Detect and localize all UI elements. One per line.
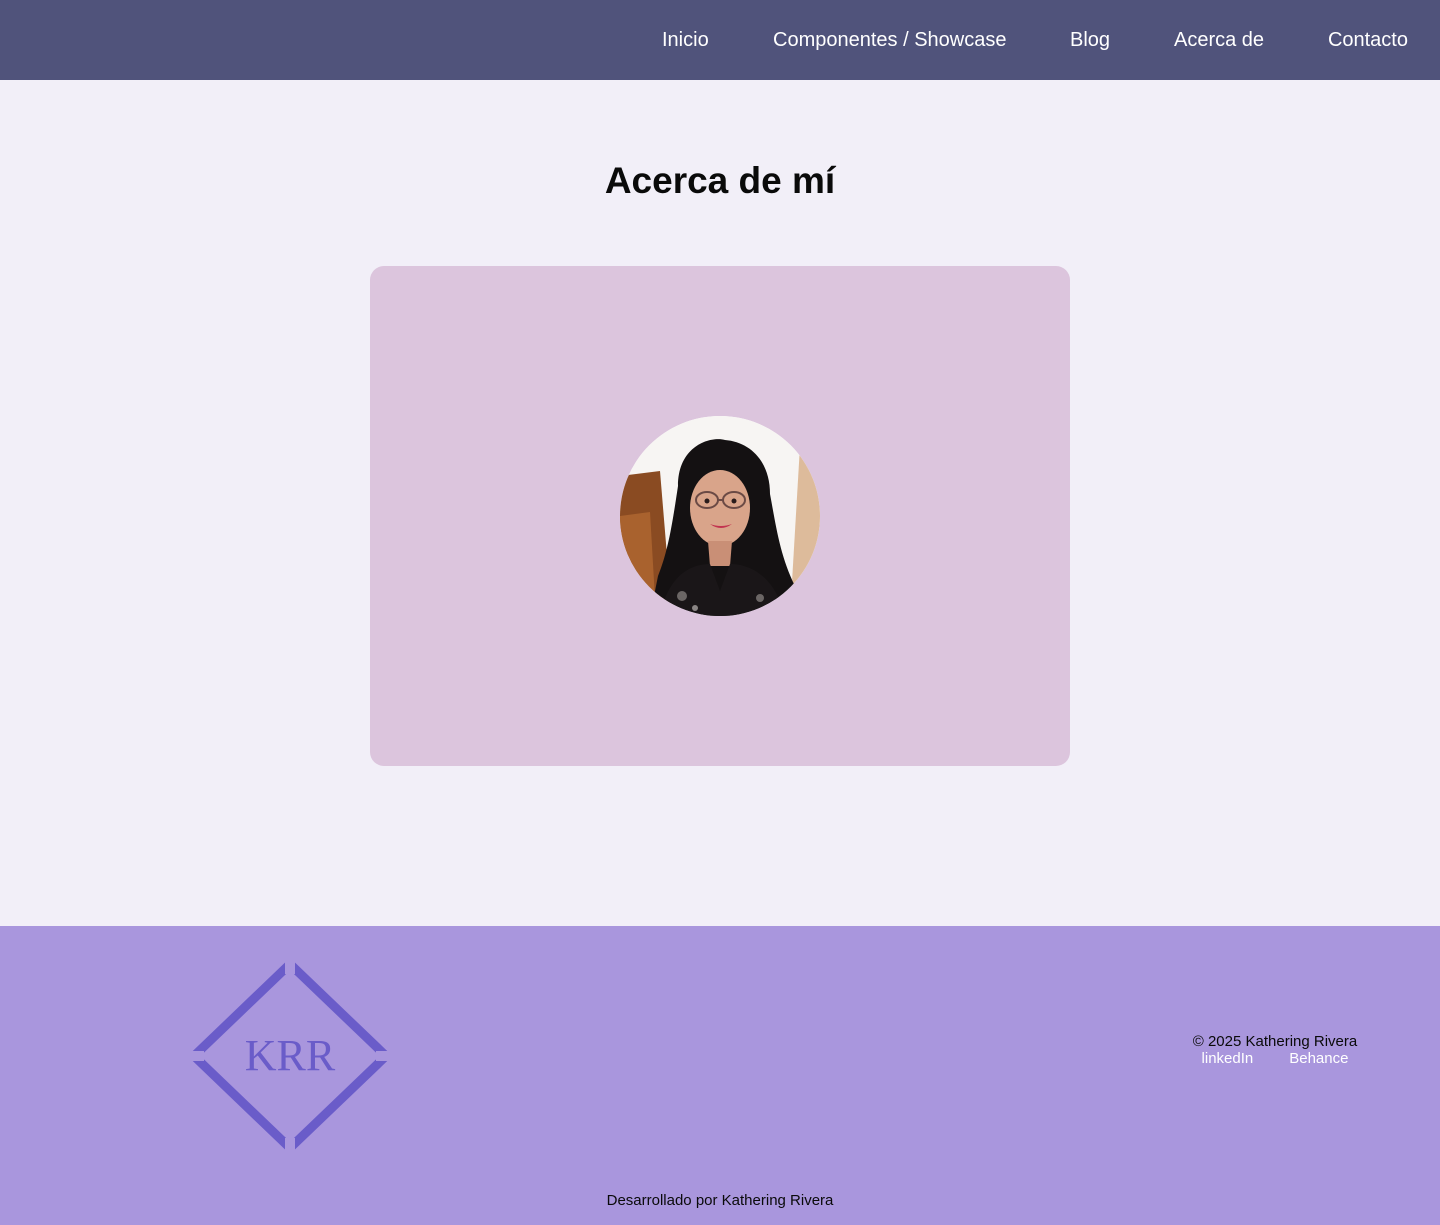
profile-photo	[620, 416, 820, 616]
nav-link-inicio[interactable]: Inicio	[662, 28, 709, 52]
behance-link[interactable]: Behance	[1289, 1050, 1348, 1067]
profile-photo-image	[620, 416, 820, 616]
linkedin-link[interactable]: linkedIn	[1202, 1050, 1254, 1067]
main-content: Acerca de mí	[0, 80, 1440, 926]
top-navigation: Inicio Componentes / Showcase Blog Acerc…	[0, 0, 1440, 80]
svg-text:KRR: KRR	[245, 1031, 336, 1080]
krr-logo: KRR	[190, 960, 390, 1152]
nav-link-componentes-showcase[interactable]: Componentes / Showcase	[773, 28, 1006, 52]
nav-link-blog[interactable]: Blog	[1070, 28, 1110, 52]
footer-info: © 2025 Kathering Rivera linkedIn Behance	[1190, 1033, 1360, 1067]
footer: KRR © 2025 Kathering Rivera linkedIn Beh…	[0, 926, 1440, 1225]
nav-link-acerca-de[interactable]: Acerca de	[1174, 28, 1264, 52]
copyright-text: © 2025 Kathering Rivera	[1192, 1033, 1358, 1050]
developed-by-text: Desarrollado por Kathering Rivera	[606, 1192, 834, 1209]
social-links: linkedIn Behance	[1190, 1050, 1360, 1067]
nav-link-contacto[interactable]: Contacto	[1328, 28, 1408, 52]
about-card	[370, 266, 1070, 766]
page-title: Acerca de mí	[604, 160, 836, 201]
